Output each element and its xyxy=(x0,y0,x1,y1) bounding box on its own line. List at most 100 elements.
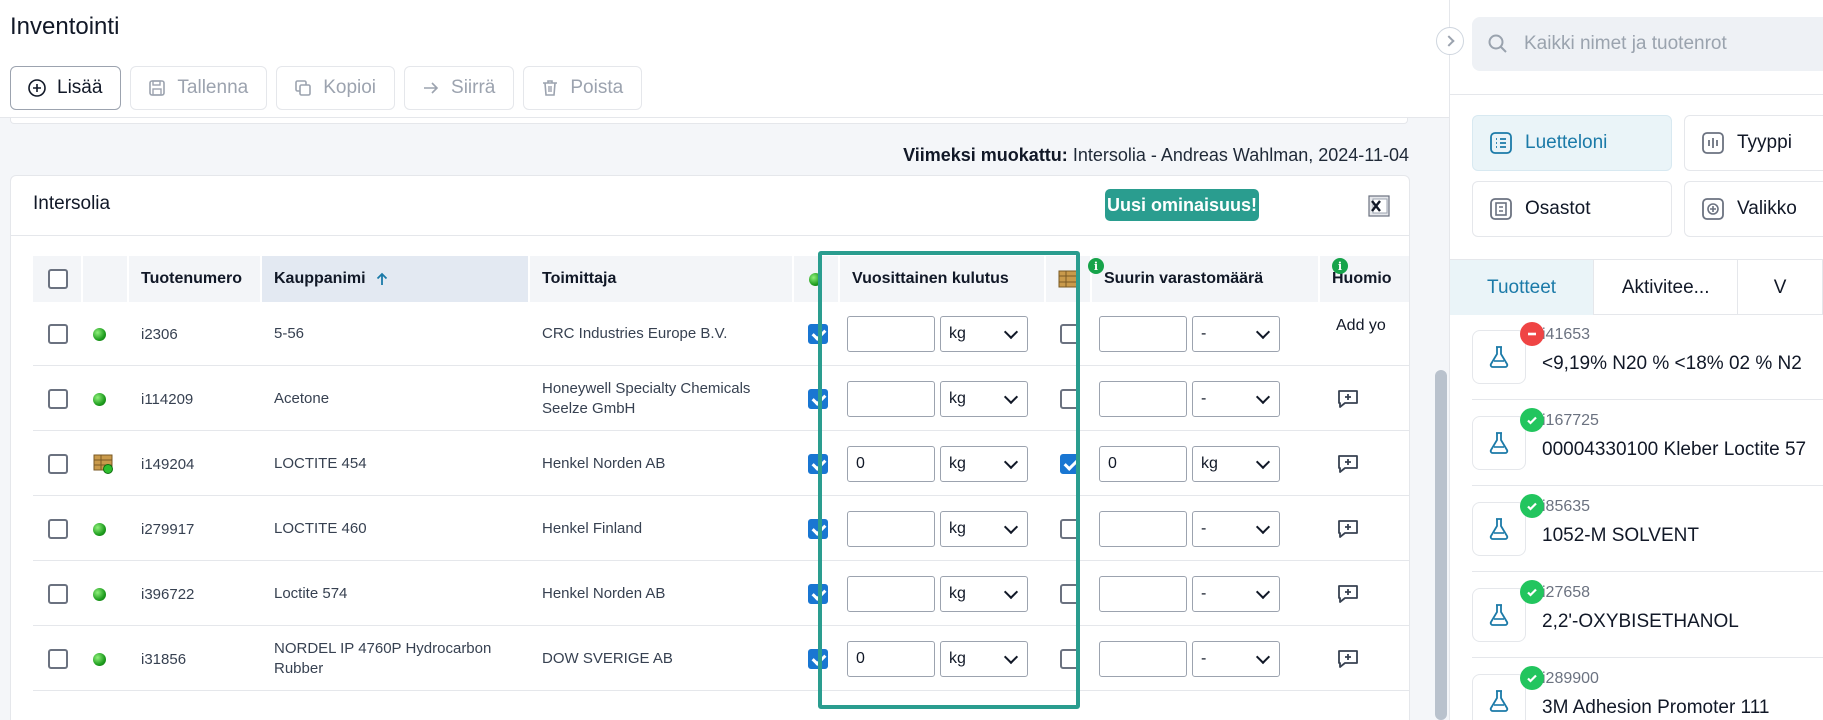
new-feature-button[interactable]: Uusi ominaisuus! xyxy=(1105,189,1259,221)
storage-unit-select[interactable]: kg xyxy=(1192,446,1280,482)
storage-input[interactable] xyxy=(1099,381,1187,417)
product-list-item[interactable]: i289900 3M Adhesion Promoter 111 xyxy=(1472,658,1823,720)
card-header: Intersolia Uusi ominaisuus! xyxy=(11,176,1409,236)
storage-input[interactable] xyxy=(1099,511,1187,547)
product-list-item[interactable]: i85635 1052-M SOLVENT xyxy=(1472,486,1823,572)
consumption-unit-select[interactable]: kg xyxy=(940,641,1028,677)
row-checkbox[interactable] xyxy=(48,454,68,474)
view-type[interactable]: Tyyppi xyxy=(1684,115,1823,171)
delete-button[interactable]: Poista xyxy=(523,66,643,110)
consumption-input[interactable] xyxy=(847,381,935,417)
storage-unit-select[interactable]: - xyxy=(1192,641,1280,677)
storage-checkbox[interactable] xyxy=(1060,649,1080,669)
consumption-input[interactable] xyxy=(847,511,935,547)
consumption-unit-select[interactable]: kg xyxy=(940,446,1028,482)
add-comment-icon[interactable] xyxy=(1336,647,1360,671)
view-menu[interactable]: Valikko xyxy=(1684,181,1823,237)
product-number[interactable]: i396722 xyxy=(141,562,261,626)
consumption-checkbox[interactable] xyxy=(808,324,828,344)
consumption-unit-select[interactable]: kg xyxy=(940,316,1028,352)
consumption-checkbox[interactable] xyxy=(808,519,828,539)
trade-name[interactable]: Acetone xyxy=(274,367,524,431)
view-my-list[interactable]: Luetteloni xyxy=(1472,115,1672,171)
storage-input[interactable] xyxy=(1099,576,1187,612)
add-button[interactable]: Lisää xyxy=(10,66,122,110)
row-checkbox[interactable] xyxy=(48,649,68,669)
add-comment-icon[interactable] xyxy=(1336,517,1360,541)
tab-products[interactable]: Tuotteet xyxy=(1450,260,1595,315)
consumption-input[interactable]: 0 xyxy=(847,446,935,482)
table-row[interactable]: i2306 5-56 CRC Industries Europe B.V. kg - Ad… xyxy=(33,302,1409,366)
storage-checkbox[interactable] xyxy=(1060,519,1080,539)
row-checkbox[interactable] xyxy=(48,389,68,409)
save-button[interactable]: Tallenna xyxy=(130,66,268,110)
consumption-checkbox[interactable] xyxy=(808,389,828,409)
row-checkbox[interactable] xyxy=(48,324,68,344)
consumption-input[interactable] xyxy=(847,576,935,612)
header-annual-consumption[interactable]: Vuosittainen kulutus xyxy=(840,256,1046,302)
header-product-number[interactable]: Tuotenumero xyxy=(129,256,262,302)
product-number[interactable]: i31856 xyxy=(141,627,261,691)
collapse-sidebar-button[interactable] xyxy=(1436,27,1464,55)
info-icon[interactable]: i xyxy=(1332,258,1348,274)
table-row[interactable]: i114209 Acetone Honeywell Specialty Chemic… xyxy=(33,367,1409,431)
trade-name[interactable]: Loctite 574 xyxy=(274,562,524,626)
storage-checkbox[interactable] xyxy=(1060,389,1080,409)
table-row[interactable]: i396722 Loctite 574 Henkel Norden AB kg - xyxy=(33,562,1409,626)
product-number[interactable]: i2306 xyxy=(141,302,261,366)
select-all-checkbox[interactable] xyxy=(48,269,68,289)
copy-button[interactable]: Kopioi xyxy=(276,66,396,110)
storage-input[interactable] xyxy=(1099,316,1187,352)
storage-unit-select[interactable]: - xyxy=(1192,381,1280,417)
storage-checkbox[interactable] xyxy=(1060,454,1080,474)
consumption-checkbox[interactable] xyxy=(808,649,828,669)
consumption-unit-select[interactable]: kg xyxy=(940,576,1028,612)
storage-unit-select[interactable]: - xyxy=(1192,316,1280,352)
product-number[interactable]: i279917 xyxy=(141,497,261,561)
excel-export-icon[interactable] xyxy=(1367,194,1391,218)
header-supplier[interactable]: Toimittaja xyxy=(530,256,794,302)
consumption-checkbox[interactable] xyxy=(808,454,828,474)
consumption-input[interactable]: 0 xyxy=(847,641,935,677)
add-comment-icon[interactable] xyxy=(1336,452,1360,476)
info-icon[interactable]: i xyxy=(1088,258,1104,274)
product-list-item[interactable]: i27658 2,2'-OXYBISETHANOL xyxy=(1472,572,1823,658)
storage-checkbox[interactable] xyxy=(1060,584,1080,604)
storage-checkbox[interactable] xyxy=(1060,324,1080,344)
add-comment-icon[interactable] xyxy=(1336,387,1360,411)
consumption-unit-select[interactable]: kg xyxy=(940,511,1028,547)
trade-name[interactable]: LOCTITE 460 xyxy=(274,497,524,561)
consumption-status-header xyxy=(794,256,840,302)
row-checkbox[interactable] xyxy=(48,519,68,539)
product-list-item[interactable]: i41653 <9,19% N20 % <18% 02 % N2 xyxy=(1472,314,1823,400)
header-trade-name[interactable]: Kauppanimi xyxy=(262,256,530,302)
consumption-unit-select[interactable]: kg xyxy=(940,381,1028,417)
trade-name[interactable]: LOCTITE 454 xyxy=(274,432,524,496)
view-departments[interactable]: Osastot xyxy=(1472,181,1672,237)
table-row[interactable]: i149204 LOCTITE 454 Henkel Norden AB 0 kg 0 kg xyxy=(33,432,1409,496)
storage-input[interactable] xyxy=(1099,641,1187,677)
tab-activities[interactable]: Aktivitee... xyxy=(1594,260,1739,315)
header-max-storage[interactable]: Suurin varastomäärä xyxy=(1092,256,1320,302)
add-comment-icon[interactable] xyxy=(1336,582,1360,606)
table-row[interactable]: i279917 LOCTITE 460 Henkel Finland kg - xyxy=(33,497,1409,561)
trade-name[interactable]: NORDEL IP 4760P Hydrocarbon Rubber xyxy=(274,627,524,691)
product-list-item[interactable]: i167725 00004330100 Kleber Loctite 57 xyxy=(1472,400,1823,486)
consumption-input[interactable] xyxy=(847,316,935,352)
row-checkbox[interactable] xyxy=(48,584,68,604)
search-input[interactable]: Kaikki nimet ja tuotenrot xyxy=(1472,17,1823,71)
last-modified-value: Intersolia - Andreas Wahlman, 2024-11-04 xyxy=(1072,145,1409,165)
storage-unit-select[interactable]: - xyxy=(1192,576,1280,612)
storage-unit-select[interactable]: - xyxy=(1192,511,1280,547)
tab-more[interactable]: V xyxy=(1738,260,1823,315)
product-number[interactable]: i114209 xyxy=(141,367,261,431)
move-button[interactable]: Siirrä xyxy=(404,66,515,110)
product-number[interactable]: i149204 xyxy=(141,432,261,496)
storage-input[interactable]: 0 xyxy=(1099,446,1187,482)
table-row[interactable]: i31856 NORDEL IP 4760P Hydrocarbon Rubber… xyxy=(33,627,1409,691)
vertical-scrollbar[interactable] xyxy=(1435,370,1447,720)
trade-name[interactable]: 5-56 xyxy=(274,302,524,366)
product-name: 1052-M SOLVENT xyxy=(1542,525,1699,546)
consumption-checkbox[interactable] xyxy=(808,584,828,604)
notes-placeholder[interactable]: Add yo xyxy=(1336,317,1386,335)
